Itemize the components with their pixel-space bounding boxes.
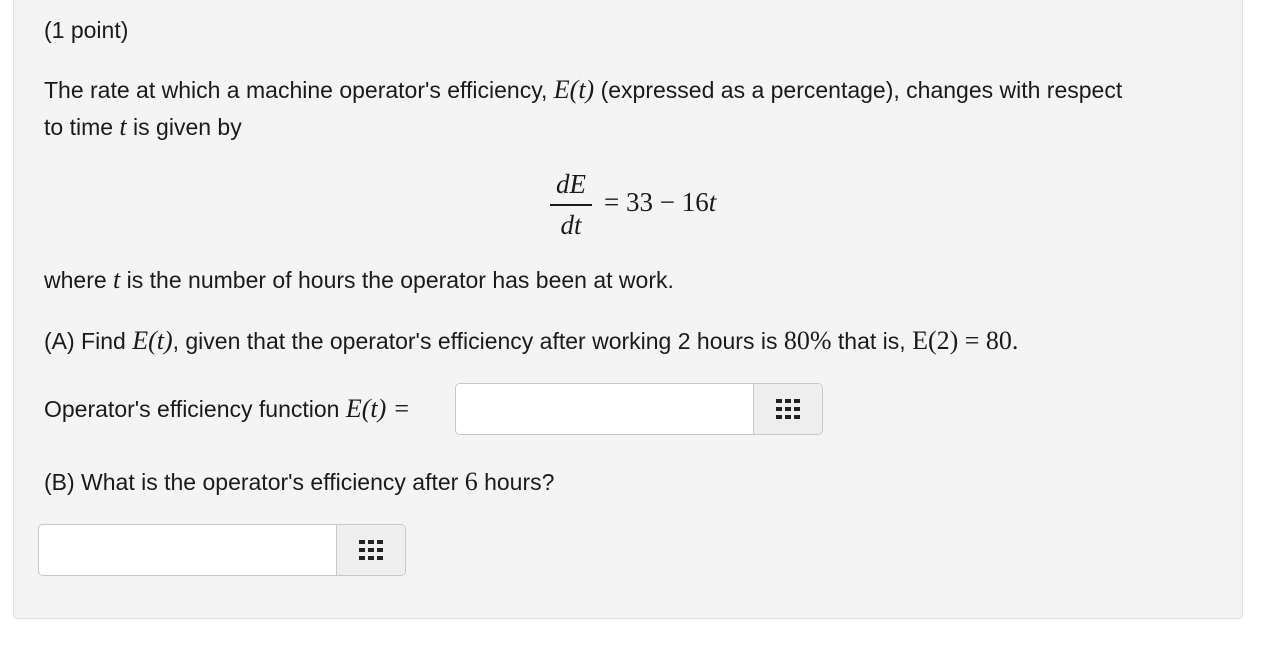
part-b-text-2: hours? [477,469,555,495]
part-a-function: E(t) [132,326,173,355]
time-variable: t [119,112,127,141]
intro-text: The rate at which a machine operator's e… [44,77,554,103]
equation-rhs-var: t [708,187,717,217]
answer-a-input[interactable] [456,384,753,434]
problem-panel: (1 point) The rate at which a machine op… [13,0,1243,619]
answer-a-function: E(t) = [345,394,411,423]
keypad-grid-icon [776,399,800,419]
part-b-hours: 6 [464,467,478,496]
answer-a-field [455,383,823,435]
part-b-text: (B) What is the operator's efficiency af… [44,469,465,495]
equation-rhs: = 33 − 16t [604,187,716,218]
equation-rhs-text: = 33 − 16 [604,187,709,217]
part-a-text: (A) Find [44,328,133,354]
derivative-fraction: dE dt [550,168,592,241]
intro-line-1: The rate at which a machine operator's e… [44,76,1122,104]
keypad-grid-icon [359,540,383,560]
part-a-text-2: , given that the operator's efficiency a… [172,328,784,354]
part-a-percent: 80% [783,326,832,355]
fraction-denominator: dt [560,209,582,240]
efficiency-function: E(t) [553,75,595,104]
part-a-question: (A) Find E(t), given that the operator's… [44,327,1018,355]
part-a-text-3: that is, [831,328,913,354]
where-line: where t is the number of hours the opera… [44,266,674,294]
part-a-condition: E(2) = 80. [912,326,1019,355]
fraction-bar [550,204,592,206]
part-b-question: (B) What is the operator's efficiency af… [44,468,554,496]
intro-text-4: is given by [126,114,242,140]
math-keypad-button-b[interactable] [336,525,405,575]
points-text: (1 point) [44,17,129,43]
intro-text-3: to time [44,114,120,140]
intro-text-2: (expressed as a percentage), changes wit… [594,77,1123,103]
math-keypad-button-a[interactable] [753,384,822,434]
fraction-numerator: dE [556,169,586,199]
intro-line-2: to time t is given by [44,113,242,141]
where-text: where [44,267,114,293]
answer-b-field [38,524,406,576]
where-text-2: is the number of hours the operator has … [120,267,674,293]
answer-b-input[interactable] [39,525,336,575]
answer-a-label-text: Operator's efficiency function [44,396,346,422]
answer-a-label: Operator's efficiency function E(t) = [44,395,410,423]
points-label: (1 point) [44,16,128,44]
